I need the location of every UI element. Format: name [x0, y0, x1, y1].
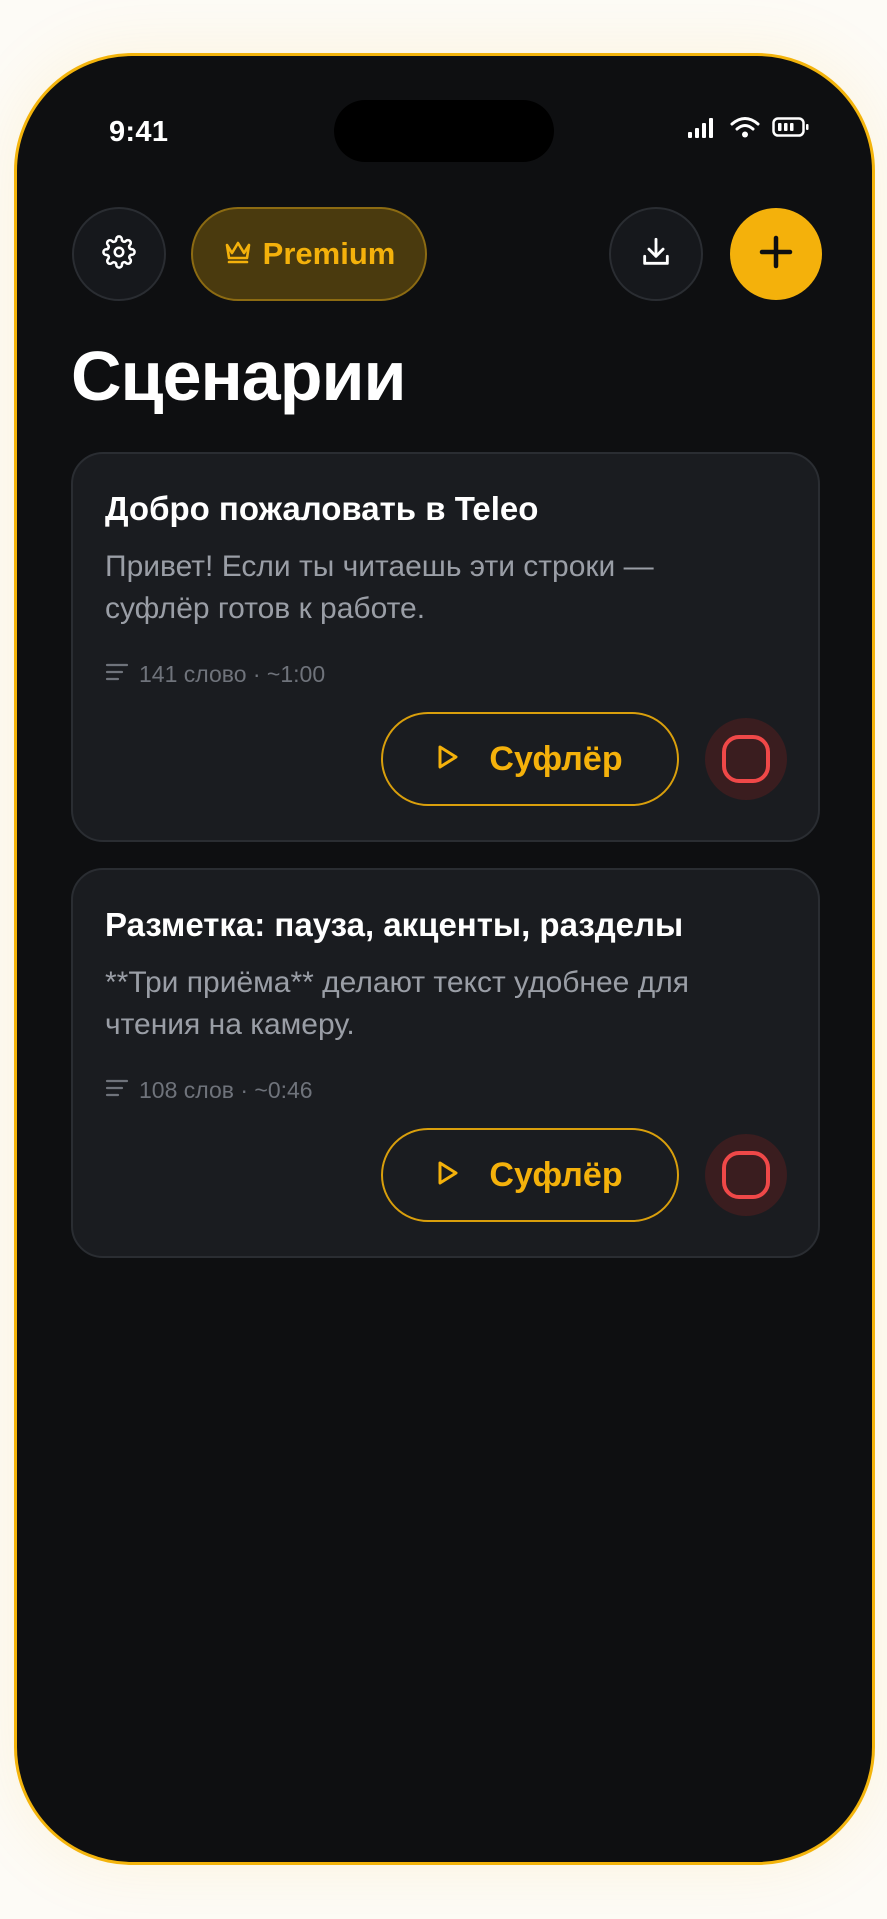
- script-preview: Привет! Если ты читаешь эти строки — суф…: [105, 550, 654, 625]
- record-icon: [722, 1151, 770, 1199]
- script-title: Добро пожаловать в Teleo: [105, 490, 539, 527]
- play-icon: [437, 744, 459, 775]
- record-button[interactable]: [705, 1134, 787, 1216]
- page-title: Сценарии: [71, 337, 407, 415]
- record-icon: [722, 735, 770, 783]
- plus-icon: [758, 234, 794, 275]
- record-button[interactable]: [705, 718, 787, 800]
- wifi-icon: [730, 116, 760, 143]
- script-meta: 108 слов · ~0:46: [105, 1077, 313, 1104]
- script-card[interactable]: Добро пожаловать в Teleo Привет! Если ты…: [71, 452, 820, 842]
- prompter-button[interactable]: Суфлёр: [381, 1128, 679, 1222]
- phone-frame: 9:41 Premium Сценарии Добро пожаловать в…: [14, 53, 875, 1865]
- dynamic-island: [334, 100, 554, 162]
- script-preview: **Три приёма** делают текст удобнее для …: [105, 966, 689, 1041]
- battery-icon: [772, 116, 810, 143]
- script-card[interactable]: Разметка: пауза, акценты, разделы **Три …: [71, 868, 820, 1258]
- script-meta: 141 слово · ~1:00: [105, 661, 325, 688]
- signal-icon: [688, 116, 718, 143]
- text-lines-icon: [105, 661, 129, 688]
- import-button[interactable]: [609, 207, 703, 301]
- crown-icon: [223, 238, 253, 271]
- play-icon: [437, 1160, 459, 1191]
- prompter-label: Суфлёр: [489, 1155, 623, 1194]
- script-meta-text: 141 слово · ~1:00: [139, 661, 326, 687]
- prompter-button[interactable]: Суфлёр: [381, 712, 679, 806]
- status-bar: 9:41: [17, 56, 872, 206]
- premium-label: Premium: [262, 236, 396, 271]
- settings-button[interactable]: [72, 207, 166, 301]
- script-meta-text: 108 слов · ~0:46: [139, 1077, 313, 1103]
- add-script-button[interactable]: [730, 208, 822, 300]
- script-title: Разметка: пауза, акценты, разделы: [105, 906, 684, 943]
- status-icons: [688, 116, 810, 143]
- download-icon: [639, 235, 673, 274]
- premium-button[interactable]: Premium: [191, 207, 427, 301]
- text-lines-icon: [105, 1077, 129, 1104]
- status-time: 9:41: [109, 116, 169, 148]
- prompter-label: Суфлёр: [489, 739, 623, 778]
- gear-icon: [102, 234, 136, 274]
